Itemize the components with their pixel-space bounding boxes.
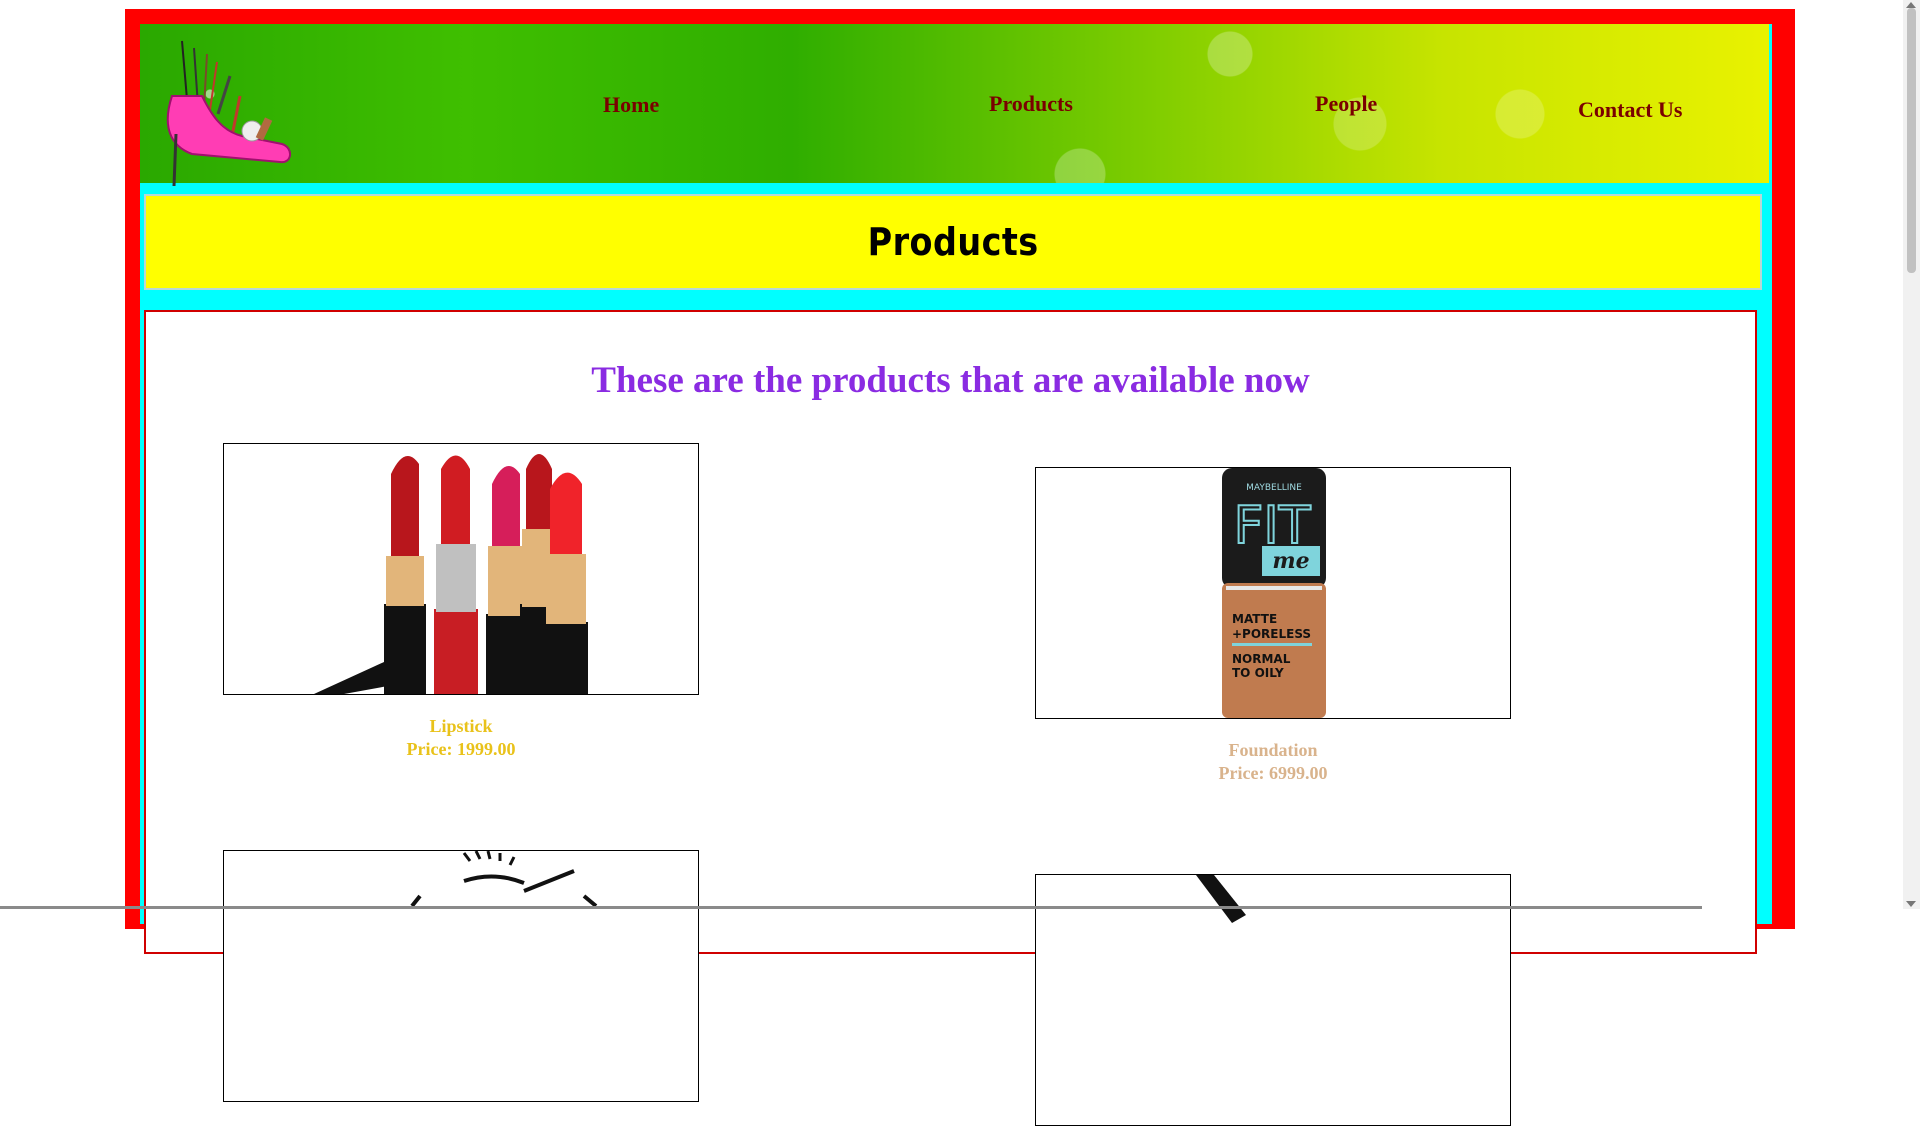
product-card: MAYBELLINE FIT me MATTE +PORELESS NORMAL… <box>1034 467 1512 785</box>
nav-people-link[interactable]: People <box>1315 91 1377 117</box>
svg-text:+PORELESS: +PORELESS <box>1232 627 1311 641</box>
page-frame-outer: Home Products People Contact Us Products… <box>125 9 1795 1126</box>
high-heel-makeup-logo <box>166 40 291 186</box>
svg-text:NORMAL: NORMAL <box>1232 652 1291 666</box>
product-card <box>222 850 700 1102</box>
lipsticks-image <box>223 443 699 695</box>
products-content: These are the products that are availabl… <box>144 310 1757 1126</box>
eyelashes-image <box>223 850 699 1102</box>
products-intro-heading: These are the products that are availabl… <box>591 360 1310 401</box>
product-price: Price: 6999.00 <box>1218 763 1328 783</box>
product-card: Lipstick Price: 1999.00 <box>222 443 700 761</box>
product-name: Lipstick <box>429 716 493 736</box>
svg-text:MAYBELLINE: MAYBELLINE <box>1246 483 1302 493</box>
vertical-scrollbar[interactable] <box>1903 0 1920 909</box>
site-header: Home Products People Contact Us <box>140 24 1769 186</box>
svg-text:TO OILY: TO OILY <box>1232 666 1284 680</box>
product-name: Foundation <box>1228 740 1318 760</box>
page-frame-inner: Home Products People Contact Us Products… <box>140 24 1772 1126</box>
scroll-down-arrow-icon[interactable] <box>1906 901 1916 907</box>
product-price: Price: 1999.00 <box>406 739 516 759</box>
nav-contact-link[interactable]: Contact Us <box>1578 97 1683 123</box>
brush-image <box>1035 874 1511 1126</box>
svg-text:MATTE: MATTE <box>1232 612 1277 626</box>
nav-products-link[interactable]: Products <box>989 91 1073 117</box>
scrollbar-thumb[interactable] <box>1907 8 1916 273</box>
page-title-banner: Products <box>144 194 1762 290</box>
svg-text:me: me <box>1272 548 1309 574</box>
foundation-bottle-image: MAYBELLINE FIT me MATTE +PORELESS NORMAL… <box>1035 467 1511 719</box>
nav-home-link[interactable]: Home <box>603 92 659 118</box>
page-title: Products <box>867 220 1039 264</box>
product-card <box>1034 874 1512 1126</box>
